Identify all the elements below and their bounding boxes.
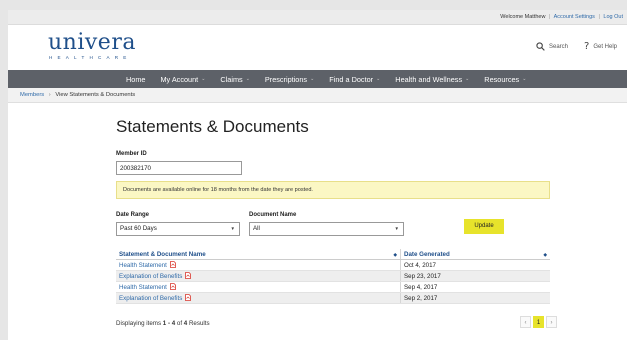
welcome-text: Welcome Matthew bbox=[500, 14, 546, 20]
nav-item-label: Prescriptions bbox=[264, 74, 308, 84]
nav-item-resources[interactable]: Resources ⌄ bbox=[484, 70, 526, 88]
member-id-field[interactable] bbox=[116, 161, 242, 175]
header-tools: Search ? Get Help bbox=[536, 41, 617, 52]
chevron-down-icon: ▼ bbox=[394, 226, 399, 231]
utility-separator: | bbox=[598, 14, 600, 20]
nav-item-label: My Account bbox=[160, 74, 199, 84]
breadcrumb-members-link[interactable]: Members bbox=[20, 92, 44, 98]
table-row: Explanation of Benefits Sep 23, 2017 bbox=[116, 271, 550, 282]
nav-item-my-account[interactable]: My Account ⌄ bbox=[160, 70, 205, 88]
nav-item-prescriptions[interactable]: Prescriptions ⌄ bbox=[265, 70, 314, 88]
breadcrumb-arrow-icon: › bbox=[48, 92, 51, 98]
column-header-label: Date Generated bbox=[404, 251, 450, 258]
results-summary: Displaying items 1 - 4 of 4 Results bbox=[116, 320, 210, 327]
pdf-icon[interactable] bbox=[169, 283, 176, 290]
document-name-cell: Health Statement bbox=[116, 282, 400, 292]
breadcrumb-current: View Statements & Documents bbox=[55, 92, 136, 98]
utility-bar: Welcome Matthew | Account Settings | Log… bbox=[8, 10, 627, 25]
date-range-value: Past 60 Days bbox=[120, 225, 157, 232]
member-id-label: Member ID bbox=[116, 151, 147, 157]
browser-top-strip bbox=[0, 0, 627, 10]
chevron-down-icon: ⌄ bbox=[376, 76, 381, 82]
get-help-label: Get Help bbox=[593, 43, 617, 50]
search-icon bbox=[536, 42, 545, 51]
table-row: Health Statement Oct 4, 2017 bbox=[116, 260, 550, 271]
chevron-down-icon: ▼ bbox=[230, 226, 235, 231]
chevron-down-icon: ⌄ bbox=[522, 76, 527, 82]
prev-page-button[interactable]: ‹ bbox=[520, 316, 531, 328]
results-prefix: Displaying items bbox=[116, 320, 163, 327]
nav-item-label: Home bbox=[126, 74, 146, 84]
document-link[interactable]: Health Statement bbox=[119, 284, 167, 291]
page-title: Statements & Documents bbox=[116, 117, 309, 136]
document-name-value: All bbox=[253, 225, 260, 232]
column-header-document-name[interactable]: Statement & Document Name ◆ bbox=[116, 249, 400, 259]
search-label: Search bbox=[548, 43, 568, 50]
date-cell: Oct 4, 2017 bbox=[400, 260, 550, 270]
results-suffix: Results bbox=[187, 320, 210, 327]
document-link[interactable]: Explanation of Benefits bbox=[119, 295, 182, 302]
pdf-icon[interactable] bbox=[169, 261, 176, 268]
document-name-cell: Explanation of Benefits bbox=[116, 271, 400, 281]
documents-table: Statement & Document Name ◆ Date Generat… bbox=[116, 249, 550, 304]
document-link[interactable]: Explanation of Benefits bbox=[119, 273, 182, 280]
nav-item-health-and-wellness[interactable]: Health and Wellness ⌄ bbox=[395, 70, 469, 88]
search-button[interactable]: Search bbox=[536, 42, 568, 51]
logo-wordmark: univera bbox=[48, 30, 136, 55]
chevron-down-icon: ⌄ bbox=[310, 76, 315, 82]
chevron-down-icon: ⌄ bbox=[245, 76, 250, 82]
chevron-down-icon: ⌄ bbox=[201, 76, 206, 82]
nav-item-label: Find a Doctor bbox=[329, 74, 374, 84]
document-link[interactable]: Health Statement bbox=[119, 262, 167, 269]
sort-icon[interactable]: ◆ bbox=[394, 249, 397, 260]
column-header-label: Statement & Document Name bbox=[119, 251, 206, 258]
get-help-button[interactable]: ? Get Help bbox=[584, 41, 617, 52]
utility-separator: | bbox=[548, 14, 551, 20]
breadcrumb: Members › View Statements & Documents bbox=[8, 88, 627, 103]
pdf-icon[interactable] bbox=[185, 272, 192, 279]
nav-item-find-a-doctor[interactable]: Find a Doctor ⌄ bbox=[329, 70, 380, 88]
document-name-label: Document Name bbox=[249, 212, 297, 218]
logo-subtitle: HEALTHCARE bbox=[49, 55, 132, 60]
table-header: Statement & Document Name ◆ Date Generat… bbox=[116, 249, 550, 260]
column-header-date-generated[interactable]: Date Generated ◆ bbox=[400, 249, 550, 259]
document-name-cell: Health Statement bbox=[116, 260, 400, 270]
nav-item-home[interactable]: Home bbox=[126, 70, 145, 88]
availability-notice: Documents are available online for 18 mo… bbox=[116, 181, 550, 199]
pagination: ‹ 1 › bbox=[520, 316, 557, 328]
next-page-button[interactable]: › bbox=[546, 316, 557, 328]
date-range-select[interactable]: Past 60 Days ▼ bbox=[116, 222, 240, 236]
date-range-label: Date Range bbox=[116, 212, 150, 218]
nav-item-label: Health and Wellness bbox=[395, 74, 463, 84]
document-name-select[interactable]: All ▼ bbox=[249, 222, 404, 236]
univera-logo[interactable]: univera HEALTHCARE bbox=[48, 30, 136, 61]
site-header: univera HEALTHCARE Search ? Get Help bbox=[8, 25, 627, 70]
nav-item-claims[interactable]: Claims ⌄ bbox=[220, 70, 250, 88]
date-cell: Sep 23, 2017 bbox=[400, 271, 550, 281]
pdf-icon[interactable] bbox=[185, 294, 192, 301]
account-settings-link[interactable]: Account Settings bbox=[554, 14, 595, 20]
results-range: 1 - 4 bbox=[162, 320, 176, 327]
sort-icon[interactable]: ◆ bbox=[544, 249, 547, 260]
help-icon: ? bbox=[584, 41, 590, 52]
date-cell: Sep 2, 2017 bbox=[400, 293, 550, 303]
results-of: of bbox=[175, 320, 184, 327]
page-1-button[interactable]: 1 bbox=[533, 316, 544, 328]
date-cell: Sep 4, 2017 bbox=[400, 282, 550, 292]
nav-item-label: Claims bbox=[220, 74, 243, 84]
chevron-down-icon: ⌄ bbox=[465, 76, 470, 82]
table-row: Explanation of Benefits Sep 2, 2017 bbox=[116, 293, 550, 304]
nav-item-label: Resources bbox=[484, 74, 520, 84]
main-nav: Home My Account ⌄ Claims ⌄ Prescriptions ⌄ … bbox=[8, 70, 627, 88]
table-row: Health Statement Sep 4, 2017 bbox=[116, 282, 550, 293]
log-out-link[interactable]: Log Out bbox=[603, 14, 623, 20]
document-name-cell: Explanation of Benefits bbox=[116, 293, 400, 303]
update-button[interactable]: Update bbox=[464, 219, 504, 234]
